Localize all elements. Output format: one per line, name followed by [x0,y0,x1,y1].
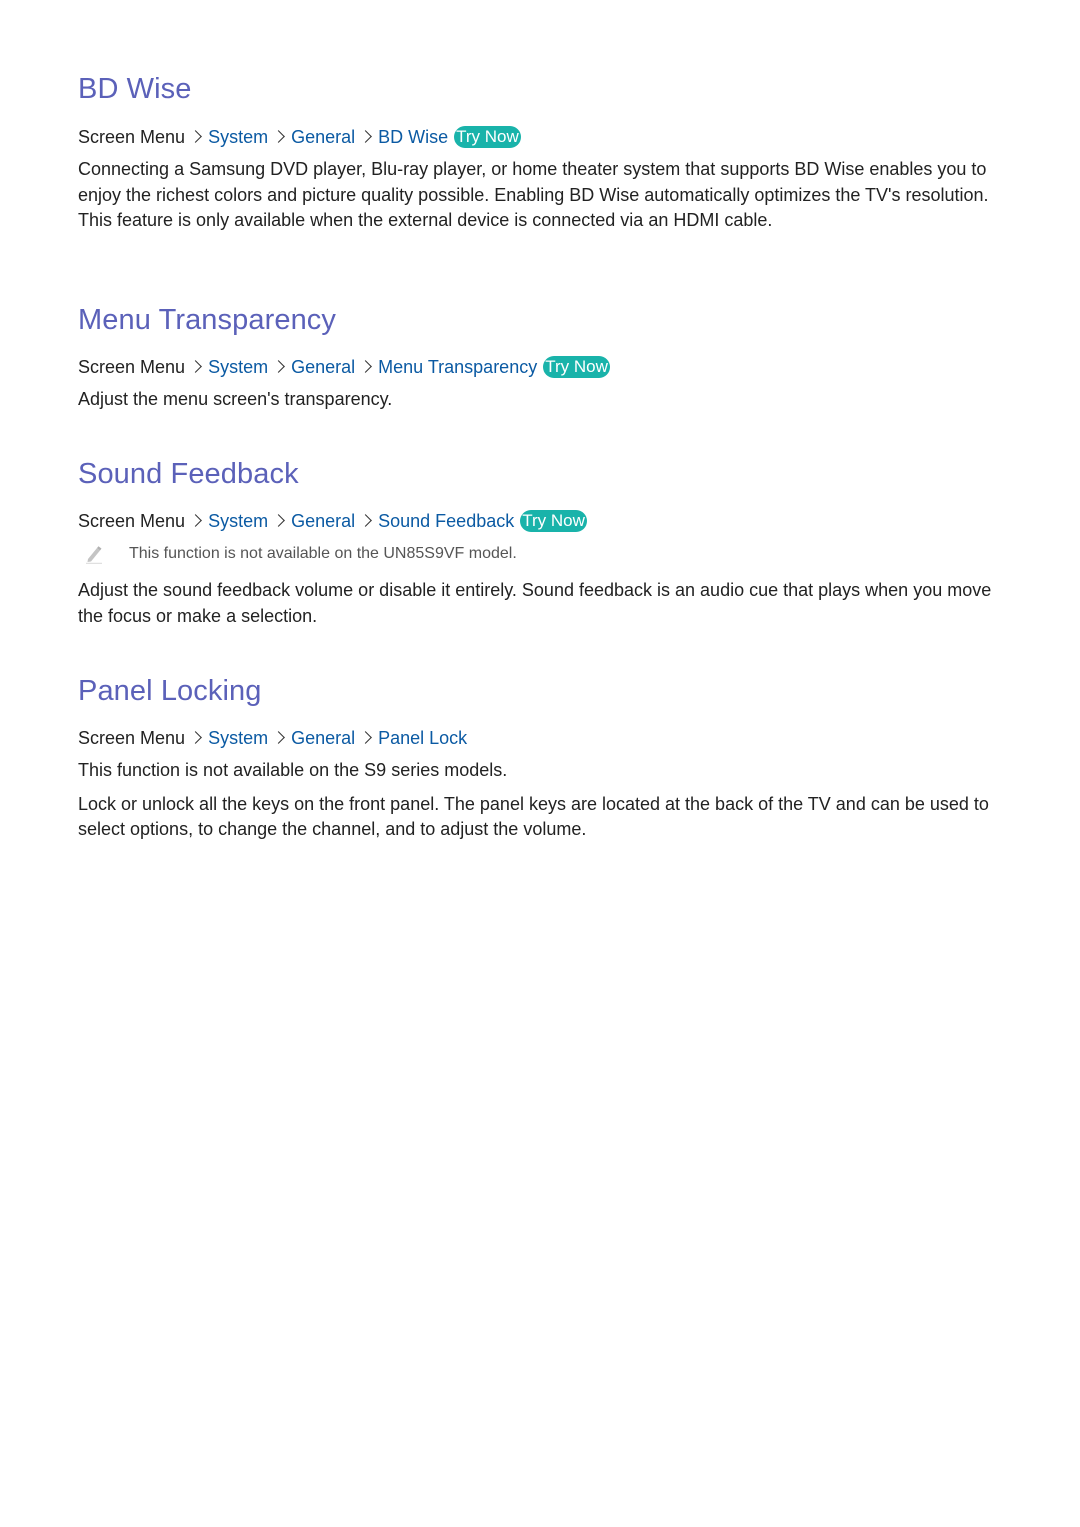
chevron-right-icon [273,509,287,533]
try-now-button[interactable]: Try Now [454,126,521,148]
breadcrumb-item-bd-wise[interactable]: BD Wise [378,125,448,149]
breadcrumb-item-general[interactable]: General [291,355,355,379]
chevron-right-icon [190,726,204,750]
section-title: Sound Feedback [78,458,299,490]
try-now-button[interactable]: Try Now [543,356,610,378]
breadcrumb-item-sound-feedback[interactable]: Sound Feedback [378,509,514,533]
breadcrumb-item-screen-menu: Screen Menu [78,511,186,531]
breadcrumb-item-menu-transparency[interactable]: Menu Transparency [378,355,537,379]
breadcrumb: Screen Menu System General BD Wise Try N… [78,125,998,149]
breadcrumb-item-system[interactable]: System [208,509,268,533]
section-title: Panel Locking [78,675,262,707]
breadcrumb-item-screen-menu: Screen Menu [78,728,186,748]
breadcrumb: Screen Menu System General Panel Lock [78,726,998,750]
breadcrumb-item-system[interactable]: System [208,125,268,149]
breadcrumb-item-system[interactable]: System [208,726,268,750]
section-title: BD Wise [78,73,192,105]
note-text: This function is not available on the UN… [129,545,517,562]
breadcrumb-item-system[interactable]: System [208,355,268,379]
pencil-icon [84,544,106,564]
chevron-right-icon [273,125,287,149]
chevron-right-icon [190,355,204,379]
chevron-right-icon [360,509,374,533]
section-panel-locking: Panel Locking Screen Menu System General… [78,674,998,843]
chevron-right-icon [190,125,204,149]
chevron-right-icon [360,125,374,149]
chevron-right-icon [190,509,204,533]
breadcrumb: Screen Menu System General Sound Feedbac… [78,509,998,533]
chevron-right-icon [273,726,287,750]
section-description: Adjust the sound feedback volume or disa… [78,580,992,626]
breadcrumb-item-general[interactable]: General [291,726,355,750]
section-description: Connecting a Samsung DVD player, Blu-ray… [78,159,989,230]
try-now-button[interactable]: Try Now [520,510,587,532]
breadcrumb: Screen Menu System General Menu Transpar… [78,355,998,379]
breadcrumb-item-panel-lock[interactable]: Panel Lock [378,726,467,750]
section-description: Lock or unlock all the keys on the front… [78,793,989,840]
note: This function is not available on the UN… [8,543,998,565]
chevron-right-icon [360,726,374,750]
section-menu-transparency: Menu Transparency Screen Menu System Gen… [78,303,998,413]
section-sound-feedback: Sound Feedback Screen Menu System Genera… [78,457,998,629]
section-description: Adjust the menu screen's transparency. [78,389,393,409]
breadcrumb-item-general[interactable]: General [291,509,355,533]
chevron-right-icon [360,355,374,379]
breadcrumb-item-screen-menu: Screen Menu [78,357,186,377]
breadcrumb-item-general[interactable]: General [291,125,355,149]
availability-note: This function is not available on the S9… [78,760,508,780]
breadcrumb-item-screen-menu: Screen Menu [78,127,186,147]
chevron-right-icon [273,355,287,379]
section-title: Menu Transparency [78,304,336,336]
section-bd-wise: BD Wise Screen Menu System General BD Wi… [78,72,998,234]
